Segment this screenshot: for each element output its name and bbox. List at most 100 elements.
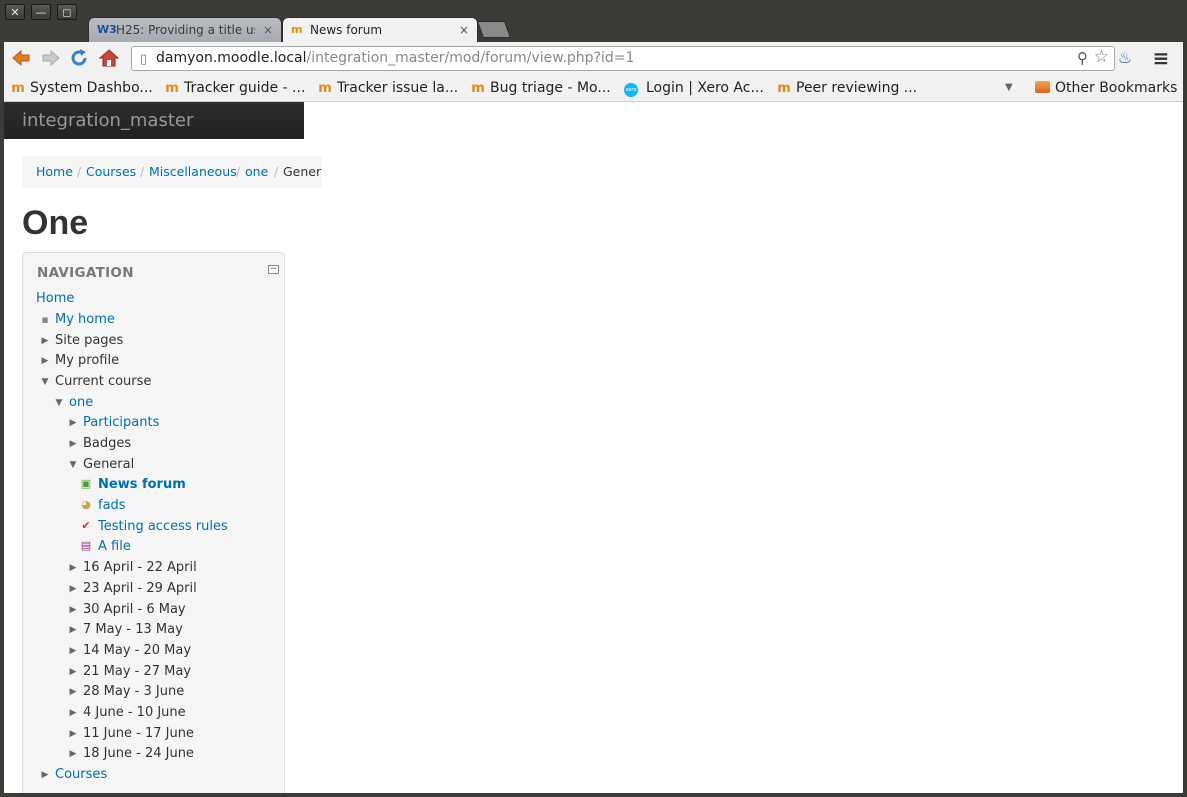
tab-title: News forum (310, 23, 383, 37)
bookmarks-bar: m System Dashbo... m Tracker guide - ... m… (4, 74, 1183, 102)
tab-news-forum[interactable]: m News forum × (282, 17, 478, 42)
nav-week[interactable]: ▶ 11 June - 17 June (70, 726, 194, 742)
file-icon: ▤ (80, 539, 92, 552)
window-maximize-button[interactable]: ◻ (57, 4, 77, 20)
nav-current-course[interactable]: ▼ Current course (42, 374, 152, 390)
home-icon (98, 49, 120, 67)
expand-arrow-icon: ▶ (69, 439, 77, 449)
nav-a-file[interactable]: ▤ A file (81, 539, 131, 555)
site-navbar: integration_master (4, 102, 304, 139)
breadcrumb-separator: / (140, 164, 145, 179)
nav-week[interactable]: ▶ 4 June - 10 June (70, 705, 186, 721)
collapse-arrow-icon: ▼ (41, 377, 49, 387)
nav-home[interactable]: Home (36, 291, 74, 307)
page-content: integration_master Home / Courses / Misc… (4, 102, 1183, 793)
address-bar[interactable]: ▯ damyon.moodle.local/integration_master… (131, 46, 1115, 71)
nav-site-pages[interactable]: ▶ Site pages (42, 333, 124, 349)
home-button[interactable] (98, 47, 120, 69)
arrow-right-icon (42, 49, 60, 67)
nav-courses[interactable]: ▶ Courses (42, 767, 108, 783)
breadcrumb-course-one[interactable]: one (245, 156, 268, 188)
nav-badges[interactable]: ▶ Badges (70, 436, 132, 452)
nav-general[interactable]: ▼ General (70, 457, 135, 473)
bookmark-item[interactable]: xero Login | Xero Ac... (624, 79, 764, 97)
folder-icon (1035, 81, 1050, 93)
bookmark-item[interactable]: m Peer reviewing ... (776, 79, 917, 98)
nav-week[interactable]: ▶ 16 April - 22 April (70, 560, 197, 576)
extension-flame-icon[interactable]: ♨ (1114, 47, 1136, 69)
page-icon: ▯ (140, 52, 148, 67)
nav-week[interactable]: ▶ 18 June - 24 June (70, 746, 194, 762)
tab-close-icon[interactable]: × (459, 18, 469, 42)
moodle-icon: m (318, 81, 332, 96)
nav-testing-access-rules[interactable]: ✔ Testing access rules (81, 519, 227, 535)
menu-icon[interactable]: ≡ (1150, 47, 1172, 69)
quiz-icon: ✔ (81, 519, 91, 532)
w3-favicon-icon: W3 (97, 23, 117, 36)
bookmark-item[interactable]: m Bug triage - Mo... (470, 79, 611, 98)
tab-title: H25: Providing a title using (116, 23, 255, 37)
breadcrumb-courses[interactable]: Courses (86, 156, 136, 188)
breadcrumb-miscellaneous[interactable]: Miscellaneous (149, 156, 237, 188)
navigation-block: NAVIGATION − Home ■ My home ▶ Site pages ▶… (22, 252, 285, 793)
breadcrumb-separator: / (77, 164, 82, 179)
nav-week[interactable]: ▶ 7 May - 13 May (70, 622, 183, 638)
arrow-left-icon (12, 49, 30, 67)
expand-arrow-icon: ▶ (41, 770, 49, 780)
resource-icon: ◕ (81, 498, 91, 511)
nav-my-profile[interactable]: ▶ My profile (42, 353, 120, 369)
nav-course-one[interactable]: ▼ one (56, 395, 94, 411)
forum-icon: ▣ (80, 477, 92, 490)
expand-arrow-icon: ▶ (69, 749, 77, 759)
window-close-button[interactable]: ✕ (5, 4, 25, 20)
bookmarks-overflow-chevron-icon[interactable]: ▼ (1005, 79, 1013, 97)
site-brand-link[interactable]: integration_master (22, 110, 193, 131)
forward-button[interactable] (40, 47, 62, 69)
nav-week[interactable]: ▶ 14 May - 20 May (70, 643, 192, 659)
bookmark-star-icon[interactable]: ☆ (1094, 46, 1109, 69)
collapse-block-icon[interactable]: − (268, 265, 279, 274)
nav-participants[interactable]: ▶ Participants (70, 415, 160, 431)
breadcrumb-home[interactable]: Home (36, 156, 73, 188)
expand-arrow-icon: ▶ (69, 584, 77, 594)
collapse-arrow-icon: ▼ (69, 460, 77, 470)
nav-my-home[interactable]: ■ My home (42, 312, 115, 328)
moodle-icon: m (777, 81, 791, 96)
tab-h25[interactable]: W3 H25: Providing a title using × (88, 17, 282, 42)
expand-arrow-icon: ▶ (69, 563, 77, 573)
nav-fads[interactable]: ◕ fads (81, 498, 125, 514)
breadcrumb: Home / Courses / Miscellaneous / one / G… (22, 156, 322, 188)
bookmark-item[interactable]: m System Dashbo... (10, 79, 153, 98)
moodle-favicon-icon: m (291, 23, 303, 36)
nav-week[interactable]: ▶ 30 April - 6 May (70, 602, 186, 618)
bookmark-item[interactable]: m Tracker guide - ... (164, 79, 305, 98)
page-title: One (22, 204, 89, 242)
nav-news-forum[interactable]: ▣ News forum (81, 477, 186, 493)
window-frame-bottom (0, 793, 1187, 797)
back-button[interactable] (10, 47, 32, 69)
nav-week[interactable]: ▶ 21 May - 27 May (70, 664, 192, 680)
expand-arrow-icon: ▶ (69, 729, 77, 739)
nav-week[interactable]: ▶ 28 May - 3 June (70, 684, 185, 700)
moodle-icon: m (471, 81, 485, 96)
reload-button[interactable] (68, 47, 90, 69)
tab-close-icon[interactable]: × (263, 18, 273, 42)
other-bookmarks-folder[interactable]: Other Bookmarks (1035, 79, 1177, 97)
breadcrumb-current: General (283, 164, 322, 179)
bookmark-item[interactable]: m Tracker issue la... (317, 79, 458, 98)
breadcrumb-separator: / (236, 164, 241, 179)
expand-arrow-icon: ▶ (69, 418, 77, 428)
expand-arrow-icon: ▶ (69, 646, 77, 656)
expand-arrow-icon: ▶ (69, 708, 77, 718)
moodle-icon: m (11, 81, 25, 96)
window-minimize-button[interactable]: — (31, 4, 51, 20)
reload-icon (71, 49, 87, 66)
browser-toolbar: ▯ damyon.moodle.local/integration_master… (4, 42, 1183, 74)
window-frame-right (1183, 42, 1187, 797)
new-tab-button[interactable] (476, 21, 512, 38)
bullet-icon: ■ (41, 316, 49, 324)
nav-week[interactable]: ▶ 23 April - 29 April (70, 581, 197, 597)
expand-arrow-icon: ▶ (41, 356, 49, 366)
expand-arrow-icon: ▶ (69, 625, 77, 635)
search-icon[interactable]: ⚲ (1077, 47, 1088, 70)
